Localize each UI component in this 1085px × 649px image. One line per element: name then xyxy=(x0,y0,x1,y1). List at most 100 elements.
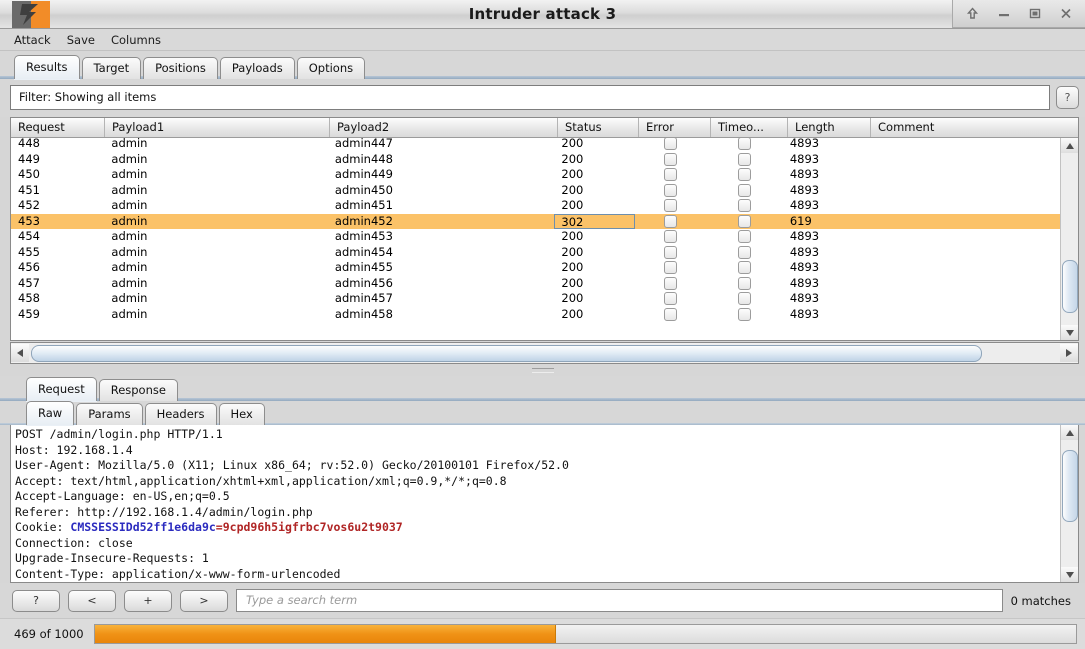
request-line: Connection: close xyxy=(15,535,133,550)
request-line: User-Agent: Mozilla/5.0 (X11; Linux x86_… xyxy=(15,458,569,472)
column-header-status[interactable]: Status xyxy=(558,118,639,137)
results-horizontal-scrollbar[interactable] xyxy=(10,342,1079,364)
filter-help-icon[interactable]: ? xyxy=(1056,86,1079,109)
tab-raw[interactable]: Raw xyxy=(26,401,75,425)
timeout-checkbox[interactable] xyxy=(738,307,752,321)
error-checkbox[interactable] xyxy=(664,214,678,228)
timeout-checkbox[interactable] xyxy=(738,138,752,151)
request-scroll-up-icon[interactable] xyxy=(1061,425,1078,440)
tab-positions[interactable]: Positions xyxy=(143,57,218,79)
results-vertical-scrollbar[interactable] xyxy=(1060,138,1078,340)
error-checkbox[interactable] xyxy=(664,292,678,306)
tab-request[interactable]: Request xyxy=(26,377,97,401)
timeout-checkbox[interactable] xyxy=(738,183,752,197)
timeout-checkbox[interactable] xyxy=(738,199,752,213)
cell-timeout xyxy=(706,230,782,244)
scroll-up-icon[interactable] xyxy=(1061,138,1078,153)
column-header-error[interactable]: Error xyxy=(639,118,711,137)
table-row[interactable]: 451 admin admin450 200 4893 xyxy=(11,183,1060,199)
scrollbar-track[interactable] xyxy=(1061,153,1078,325)
scroll-left-icon[interactable] xyxy=(11,344,29,362)
cell-error xyxy=(635,138,707,151)
maximize-button[interactable] xyxy=(1019,1,1050,27)
panel-splitter[interactable] xyxy=(0,364,1085,376)
table-row[interactable]: 457 admin admin456 200 4893 xyxy=(11,276,1060,292)
table-row[interactable]: 454 admin admin453 200 4893 xyxy=(11,229,1060,245)
error-checkbox[interactable] xyxy=(664,261,678,275)
tab-response[interactable]: Response xyxy=(98,379,178,401)
minimize-button[interactable] xyxy=(988,1,1019,27)
table-row[interactable]: 448 admin admin447 200 4893 xyxy=(11,138,1060,152)
request-vertical-scrollbar[interactable] xyxy=(1060,425,1078,582)
timeout-checkbox[interactable] xyxy=(738,230,752,244)
menu-item-save[interactable]: Save xyxy=(67,33,95,47)
error-checkbox[interactable] xyxy=(664,245,678,259)
tab-headers[interactable]: Headers xyxy=(144,403,217,425)
error-checkbox[interactable] xyxy=(664,138,678,151)
timeout-checkbox[interactable] xyxy=(738,214,752,228)
menu-item-columns[interactable]: Columns xyxy=(111,33,161,47)
column-header-payload1[interactable]: Payload1 xyxy=(105,118,330,137)
tab-results[interactable]: Results xyxy=(14,55,80,79)
table-body[interactable]: 448 admin admin447 200 4893 449 admin admin448 2… xyxy=(11,138,1060,340)
search-add-button[interactable]: + xyxy=(124,589,172,612)
timeout-checkbox[interactable] xyxy=(738,261,752,275)
search-next-button[interactable]: > xyxy=(180,589,228,612)
cell-request: 449 xyxy=(18,151,40,166)
search-prev-button[interactable]: < xyxy=(68,589,116,612)
error-checkbox[interactable] xyxy=(664,183,678,197)
menu-item-attack[interactable]: Attack xyxy=(14,33,51,47)
cell-request: 453 xyxy=(18,213,40,228)
table-row[interactable]: 459 admin admin458 200 4893 xyxy=(11,307,1060,323)
column-header-comment[interactable]: Comment xyxy=(871,118,1067,137)
table-row[interactable]: 458 admin admin457 200 4893 xyxy=(11,291,1060,307)
table-row[interactable]: 452 admin admin451 200 4893 xyxy=(11,198,1060,214)
request-scrollbar-track[interactable] xyxy=(1061,440,1078,567)
timeout-checkbox[interactable] xyxy=(738,168,752,182)
column-header-payload2[interactable]: Payload2 xyxy=(330,118,558,137)
hscroll-thumb[interactable] xyxy=(31,345,982,362)
error-checkbox[interactable] xyxy=(664,199,678,213)
column-header-request[interactable]: Request xyxy=(11,118,105,137)
filter-row: Filter: Showing all items ? xyxy=(0,79,1085,117)
search-help-button[interactable]: ? xyxy=(12,589,60,612)
error-checkbox[interactable] xyxy=(664,152,678,166)
cell-timeout xyxy=(706,276,782,290)
hscroll-track[interactable] xyxy=(29,344,1060,362)
table-row[interactable]: 449 admin admin448 200 4893 xyxy=(11,152,1060,168)
scrollbar-thumb[interactable] xyxy=(1062,259,1078,314)
timeout-checkbox[interactable] xyxy=(738,276,752,290)
cell-length: 619 xyxy=(789,213,812,228)
raw-request-text[interactable]: POST /admin/login.php HTTP/1.1 Host: 192… xyxy=(11,425,1060,582)
cell-payload1: admin xyxy=(111,306,148,321)
restore-up-button[interactable] xyxy=(957,1,988,27)
error-checkbox[interactable] xyxy=(664,168,678,182)
column-header-timeout[interactable]: Timeo... xyxy=(711,118,788,137)
table-row[interactable]: 456 admin admin455 200 4893 xyxy=(11,260,1060,276)
timeout-checkbox[interactable] xyxy=(738,292,752,306)
scroll-down-icon[interactable] xyxy=(1061,325,1078,340)
tab-target[interactable]: Target xyxy=(81,57,142,79)
scroll-right-icon[interactable] xyxy=(1060,344,1078,362)
tab-hex[interactable]: Hex xyxy=(218,403,265,425)
column-header-length[interactable]: Length xyxy=(788,118,871,137)
cell-length: 4893 xyxy=(789,291,820,306)
tab-params[interactable]: Params xyxy=(76,403,143,425)
tab-payloads[interactable]: Payloads xyxy=(219,57,295,79)
request-cookie-line: Cookie: CMSSESSIDd52ff1e6da9c=9cpd96h5ig… xyxy=(15,520,403,534)
request-scroll-down-icon[interactable] xyxy=(1061,567,1078,582)
timeout-checkbox[interactable] xyxy=(738,152,752,166)
timeout-checkbox[interactable] xyxy=(738,245,752,259)
error-checkbox[interactable] xyxy=(664,230,678,244)
request-scrollbar-thumb[interactable] xyxy=(1062,450,1078,522)
cell-error xyxy=(635,230,707,244)
error-checkbox[interactable] xyxy=(664,307,678,321)
close-icon[interactable] xyxy=(1050,1,1081,27)
table-row[interactable]: 453 admin admin452 302 619 xyxy=(11,213,1060,229)
tab-options[interactable]: Options xyxy=(296,57,366,79)
table-row[interactable]: 455 admin admin454 200 4893 xyxy=(11,245,1060,261)
table-row[interactable]: 450 admin admin449 200 4893 xyxy=(11,167,1060,183)
error-checkbox[interactable] xyxy=(664,276,678,290)
filter-bar[interactable]: Filter: Showing all items xyxy=(10,85,1050,110)
search-input[interactable]: Type a search term xyxy=(236,589,1003,612)
